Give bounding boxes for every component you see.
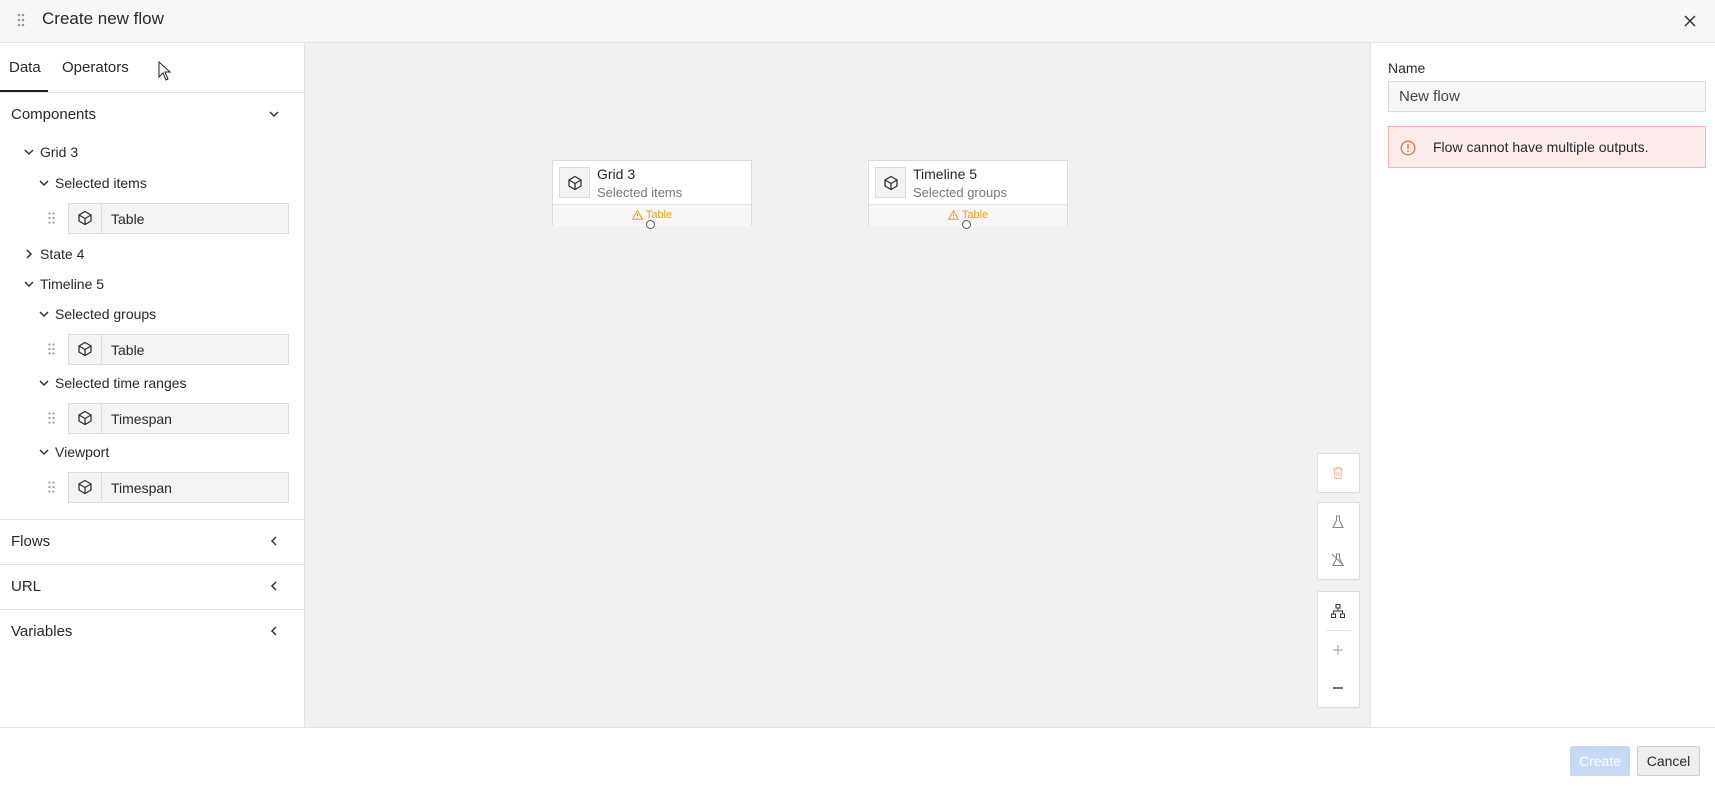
- error-alert: Flow cannot have multiple outputs.: [1388, 126, 1706, 168]
- left-panel: Data Operators Components Grid 3 Selecte…: [0, 43, 305, 727]
- node-subtitle: Selected items: [597, 185, 683, 200]
- section-flows[interactable]: Flows: [0, 519, 305, 563]
- section-variables-label: Variables: [11, 623, 73, 640]
- data-leaf-table[interactable]: Table: [68, 203, 289, 234]
- section-url[interactable]: URL: [0, 564, 305, 608]
- tree-item-selected-items[interactable]: Selected items: [37, 171, 282, 195]
- cube-icon: [559, 167, 590, 198]
- layout-zoom-control-group: [1317, 591, 1360, 708]
- name-label: Name: [1388, 60, 1426, 76]
- cube-icon: [69, 335, 102, 364]
- tree-item-label: Selected groups: [55, 306, 157, 322]
- tree-item-label: Selected time ranges: [55, 375, 187, 391]
- clear-test-button[interactable]: [1318, 541, 1359, 579]
- data-leaf-label: Timespan: [111, 411, 172, 427]
- data-leaf-table[interactable]: Table: [68, 334, 289, 365]
- chevron-left-icon: [267, 579, 281, 593]
- chevron-down-icon: [37, 445, 51, 459]
- tree-item-label: Selected items: [55, 175, 147, 191]
- section-components-label: Components: [11, 106, 97, 123]
- tree-item-label: State 4: [40, 246, 85, 262]
- chevron-left-icon: [267, 534, 281, 548]
- tree-item-viewport[interactable]: Viewport: [37, 440, 282, 464]
- chevron-down-icon: [37, 176, 51, 190]
- chevron-down-icon: [267, 107, 281, 121]
- delete-button[interactable]: [1318, 454, 1359, 492]
- flow-node-grid-3[interactable]: Grid 3 Selected items Table: [552, 160, 752, 229]
- delete-control-group: [1317, 453, 1360, 493]
- zoom-in-button[interactable]: [1318, 631, 1359, 669]
- tree-item-state-4[interactable]: State 4: [22, 242, 282, 266]
- panel-tabs: Data Operators: [0, 43, 304, 93]
- tab-data[interactable]: Data: [9, 59, 41, 76]
- drag-grip-icon[interactable]: [48, 343, 55, 355]
- cube-icon: [69, 404, 102, 433]
- section-url-label: URL: [11, 578, 42, 595]
- tree-item-selected-time-ranges[interactable]: Selected time ranges: [37, 371, 282, 395]
- error-message: Flow cannot have multiple outputs.: [1433, 139, 1649, 155]
- drag-grip-icon[interactable]: [48, 212, 55, 224]
- tree-item-label: Timeline 5: [40, 276, 105, 292]
- dialog-header: Create new flow: [0, 0, 1715, 43]
- chevron-down-icon: [37, 307, 51, 321]
- cancel-button[interactable]: Cancel: [1637, 746, 1700, 776]
- chevron-right-icon: [22, 247, 36, 261]
- properties-panel: Name Flow cannot have multiple outputs.: [1370, 43, 1715, 727]
- data-leaf-timespan[interactable]: Timespan: [68, 403, 289, 434]
- node-connection-handle[interactable]: [646, 220, 655, 229]
- data-leaf-label: Table: [111, 342, 145, 358]
- run-test-button[interactable]: [1318, 503, 1359, 541]
- node-title: Grid 3: [597, 166, 636, 182]
- cube-icon: [69, 473, 102, 502]
- drag-handle-icon[interactable]: [17, 13, 25, 27]
- active-tab-indicator: [0, 90, 48, 92]
- create-button[interactable]: Create: [1570, 746, 1630, 776]
- zoom-out-button[interactable]: [1318, 669, 1359, 707]
- close-icon[interactable]: [1680, 11, 1700, 31]
- data-leaf-timespan[interactable]: Timespan: [68, 472, 289, 503]
- warning-icon: [947, 209, 959, 221]
- mouse-cursor-icon: [158, 61, 172, 81]
- data-leaf-label: Timespan: [111, 480, 172, 496]
- node-title: Timeline 5: [913, 166, 978, 182]
- node-connection-handle[interactable]: [962, 220, 971, 229]
- flow-node-timeline-5[interactable]: Timeline 5 Selected groups Table: [868, 160, 1068, 229]
- chevron-down-icon: [37, 376, 51, 390]
- warning-icon: [631, 209, 643, 221]
- data-leaf-label: Table: [111, 211, 145, 227]
- tree-item-selected-groups[interactable]: Selected groups: [37, 302, 282, 326]
- dialog-title: Create new flow: [42, 9, 164, 28]
- chevron-down-icon: [22, 277, 36, 291]
- chevron-left-icon: [267, 624, 281, 638]
- chevron-down-icon: [22, 145, 36, 159]
- section-variables[interactable]: Variables: [0, 609, 305, 653]
- section-components[interactable]: Components: [0, 93, 305, 137]
- auto-layout-button[interactable]: [1318, 592, 1359, 630]
- node-subtitle: Selected groups: [913, 185, 1007, 200]
- tab-operators[interactable]: Operators: [62, 59, 129, 76]
- tree-item-label: Viewport: [55, 444, 110, 460]
- tree-item-label: Grid 3: [40, 144, 79, 160]
- tree-item-grid-3[interactable]: Grid 3: [22, 140, 282, 164]
- flow-name-input[interactable]: [1388, 81, 1706, 112]
- dialog-footer: Create Cancel: [0, 727, 1715, 786]
- test-control-group: [1317, 502, 1360, 580]
- drag-grip-icon[interactable]: [48, 481, 55, 493]
- tree-item-timeline-5[interactable]: Timeline 5: [22, 272, 282, 296]
- flow-canvas[interactable]: Grid 3 Selected items Table Timeline 5 S…: [305, 43, 1370, 727]
- cube-icon: [875, 167, 906, 198]
- drag-grip-icon[interactable]: [48, 412, 55, 424]
- section-flows-label: Flows: [11, 533, 51, 550]
- cube-icon: [69, 204, 102, 233]
